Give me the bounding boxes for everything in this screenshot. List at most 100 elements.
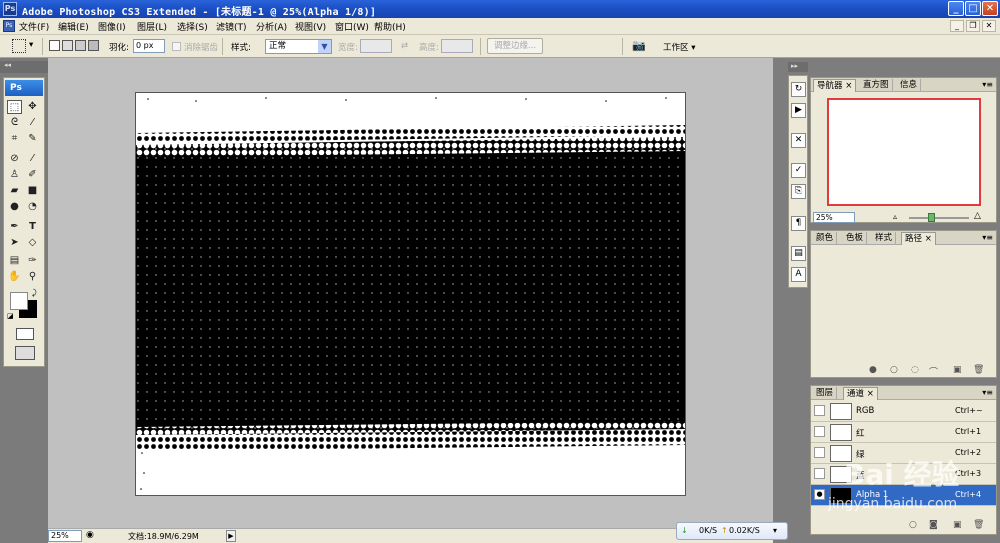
history-brush-icon[interactable]: ✐ xyxy=(25,168,40,182)
menu-select[interactable]: 选择(S) xyxy=(177,20,208,33)
make-work-path-icon[interactable]: ⌒ xyxy=(929,365,938,378)
preset-dropdown-icon[interactable]: ▾ xyxy=(29,40,33,50)
history-icon[interactable]: ↻ xyxy=(791,82,806,97)
doc-restore-button[interactable]: ❐ xyxy=(966,20,980,32)
navigator-zoom-field[interactable]: 25% xyxy=(813,212,855,223)
toolbox-collapse-handle[interactable]: ◂◂ xyxy=(0,61,48,73)
zoom-out-icon[interactable]: ▵ xyxy=(893,212,897,221)
rect-marquee-preset-icon[interactable] xyxy=(12,39,26,53)
maximize-button[interactable]: □ xyxy=(965,1,981,16)
trash-icon[interactable]: 🗑 xyxy=(973,365,984,375)
brush-icon[interactable]: ⁄ xyxy=(25,152,40,166)
menu-help[interactable]: 帮助(H) xyxy=(374,20,406,33)
swap-colors-icon[interactable]: ⤸ xyxy=(32,288,37,298)
style-select[interactable]: 正常 ▼ xyxy=(265,39,332,54)
panel-menu-icon[interactable]: ▾≡ xyxy=(982,233,993,242)
new-path-icon[interactable]: ▣ xyxy=(953,365,962,375)
healing-icon[interactable]: ⊘ xyxy=(7,152,22,166)
foreground-color-swatch[interactable] xyxy=(10,292,28,310)
paragraph-icon[interactable]: ¶ xyxy=(791,216,806,231)
visibility-toggle[interactable] xyxy=(814,405,825,416)
status-icon[interactable]: ◉ xyxy=(86,530,94,540)
visibility-toggle[interactable] xyxy=(814,426,825,437)
menu-window[interactable]: 窗口(W) xyxy=(335,20,369,33)
panel-menu-icon[interactable]: ▾≡ xyxy=(982,388,993,397)
document-icon[interactable]: Ps xyxy=(3,20,15,32)
tab-histogram[interactable]: 直方图 xyxy=(860,79,893,92)
shape-icon[interactable]: ◇ xyxy=(25,236,40,250)
height-input[interactable] xyxy=(441,39,473,53)
widget-menu-icon[interactable]: ▾ xyxy=(773,526,777,535)
tab-navigator[interactable]: 导航器 × xyxy=(813,79,857,92)
doc-close-button[interactable]: ✕ xyxy=(982,20,996,32)
brushes-icon[interactable]: ✓ xyxy=(791,163,806,178)
default-colors-icon[interactable]: ◪ xyxy=(7,312,14,320)
menu-image[interactable]: 图像(I) xyxy=(98,20,126,33)
character-icon[interactable]: A xyxy=(791,267,806,282)
channel-row-rgb[interactable]: RGB Ctrl+~ xyxy=(811,401,996,422)
panel-menu-icon[interactable]: ▾≡ xyxy=(982,80,993,89)
screen-mode-icon[interactable] xyxy=(15,346,35,360)
magic-wand-icon[interactable]: ⁄ xyxy=(25,116,40,130)
workspace-menu[interactable]: 工作区 ▾ xyxy=(663,41,695,53)
layer-comps-icon[interactable]: ▤ xyxy=(791,246,806,261)
tool-presets-icon[interactable]: ✕ xyxy=(791,133,806,148)
stamp-icon[interactable]: ♙ xyxy=(7,168,22,182)
menu-analysis[interactable]: 分析(A) xyxy=(256,20,287,33)
antialias-checkbox[interactable] xyxy=(172,42,181,51)
tab-paths[interactable]: 路径 × xyxy=(901,232,936,245)
zoom-in-icon[interactable]: △ xyxy=(974,211,981,221)
tab-swatches[interactable]: 色板 xyxy=(843,232,868,245)
navigator-zoom-slider[interactable] xyxy=(909,217,969,219)
minimize-button[interactable]: _ xyxy=(948,1,964,16)
slice-icon[interactable]: ✎ xyxy=(25,132,40,146)
blur-icon[interactable]: ● xyxy=(7,200,22,214)
status-menu-arrow[interactable]: ▶ xyxy=(226,530,236,542)
menu-filter[interactable]: 滤镜(T) xyxy=(216,20,247,33)
tab-info[interactable]: 信息 xyxy=(897,79,922,92)
add-selection-icon[interactable] xyxy=(62,40,73,51)
gradient-icon[interactable]: ■ xyxy=(25,184,40,198)
eraser-icon[interactable]: ▰ xyxy=(7,184,22,198)
type-icon[interactable]: T xyxy=(25,220,40,234)
tab-layers[interactable]: 图层 xyxy=(813,387,838,400)
marquee-icon[interactable]: ⬚ xyxy=(7,100,22,114)
new-selection-icon[interactable] xyxy=(49,40,60,51)
zoom-field[interactable]: 25% xyxy=(48,530,82,542)
quick-mask-icon[interactable] xyxy=(16,328,34,340)
lasso-icon[interactable]: ᘓ xyxy=(7,116,22,130)
tab-channels[interactable]: 通道 × xyxy=(843,387,878,400)
document-canvas[interactable] xyxy=(135,92,686,496)
notes-icon[interactable]: ▤ xyxy=(7,254,22,268)
pen-icon[interactable]: ✒ xyxy=(7,220,22,234)
menu-file[interactable]: 文件(F) xyxy=(19,20,49,33)
feather-input[interactable]: 0 px xyxy=(133,39,165,53)
fill-path-icon[interactable]: ● xyxy=(869,365,877,375)
menu-layer[interactable]: 图层(L) xyxy=(137,20,167,33)
move-icon[interactable]: ✥ xyxy=(25,100,40,114)
close-button[interactable]: ✕ xyxy=(982,1,998,16)
stroke-path-icon[interactable]: ○ xyxy=(890,365,898,375)
menu-edit[interactable]: 编辑(E) xyxy=(58,20,89,33)
dock-collapse-handle[interactable]: ▸▸ xyxy=(788,62,808,72)
actions-icon[interactable]: ▶ xyxy=(791,103,806,118)
load-selection-icon[interactable]: ◌ xyxy=(911,365,919,375)
hand-icon[interactable]: ✋ xyxy=(7,270,22,284)
bridge-icon[interactable]: 📷 xyxy=(632,39,646,52)
menu-view[interactable]: 视图(V) xyxy=(295,20,326,33)
refine-edge-button[interactable]: 调整边缘... xyxy=(487,38,544,54)
intersect-selection-icon[interactable] xyxy=(88,40,99,51)
clone-source-icon[interactable]: ⎘ xyxy=(791,184,806,199)
tab-styles[interactable]: 样式 xyxy=(872,232,897,245)
swap-icon[interactable]: ⇄ xyxy=(401,41,408,51)
crop-icon[interactable]: ⌗ xyxy=(7,132,22,146)
navigator-zoom-knob[interactable] xyxy=(928,213,935,222)
tab-color[interactable]: 颜色 xyxy=(813,232,838,245)
doc-minimize-button[interactable]: _ xyxy=(950,20,964,32)
navigator-thumbnail[interactable] xyxy=(827,98,981,206)
path-select-icon[interactable]: ➤ xyxy=(7,236,22,250)
zoom-icon[interactable]: ⚲ xyxy=(25,270,40,284)
eyedropper-icon[interactable]: ✑ xyxy=(25,254,40,268)
channel-row-red[interactable]: 红 Ctrl+1 xyxy=(811,422,996,443)
width-input[interactable] xyxy=(360,39,392,53)
